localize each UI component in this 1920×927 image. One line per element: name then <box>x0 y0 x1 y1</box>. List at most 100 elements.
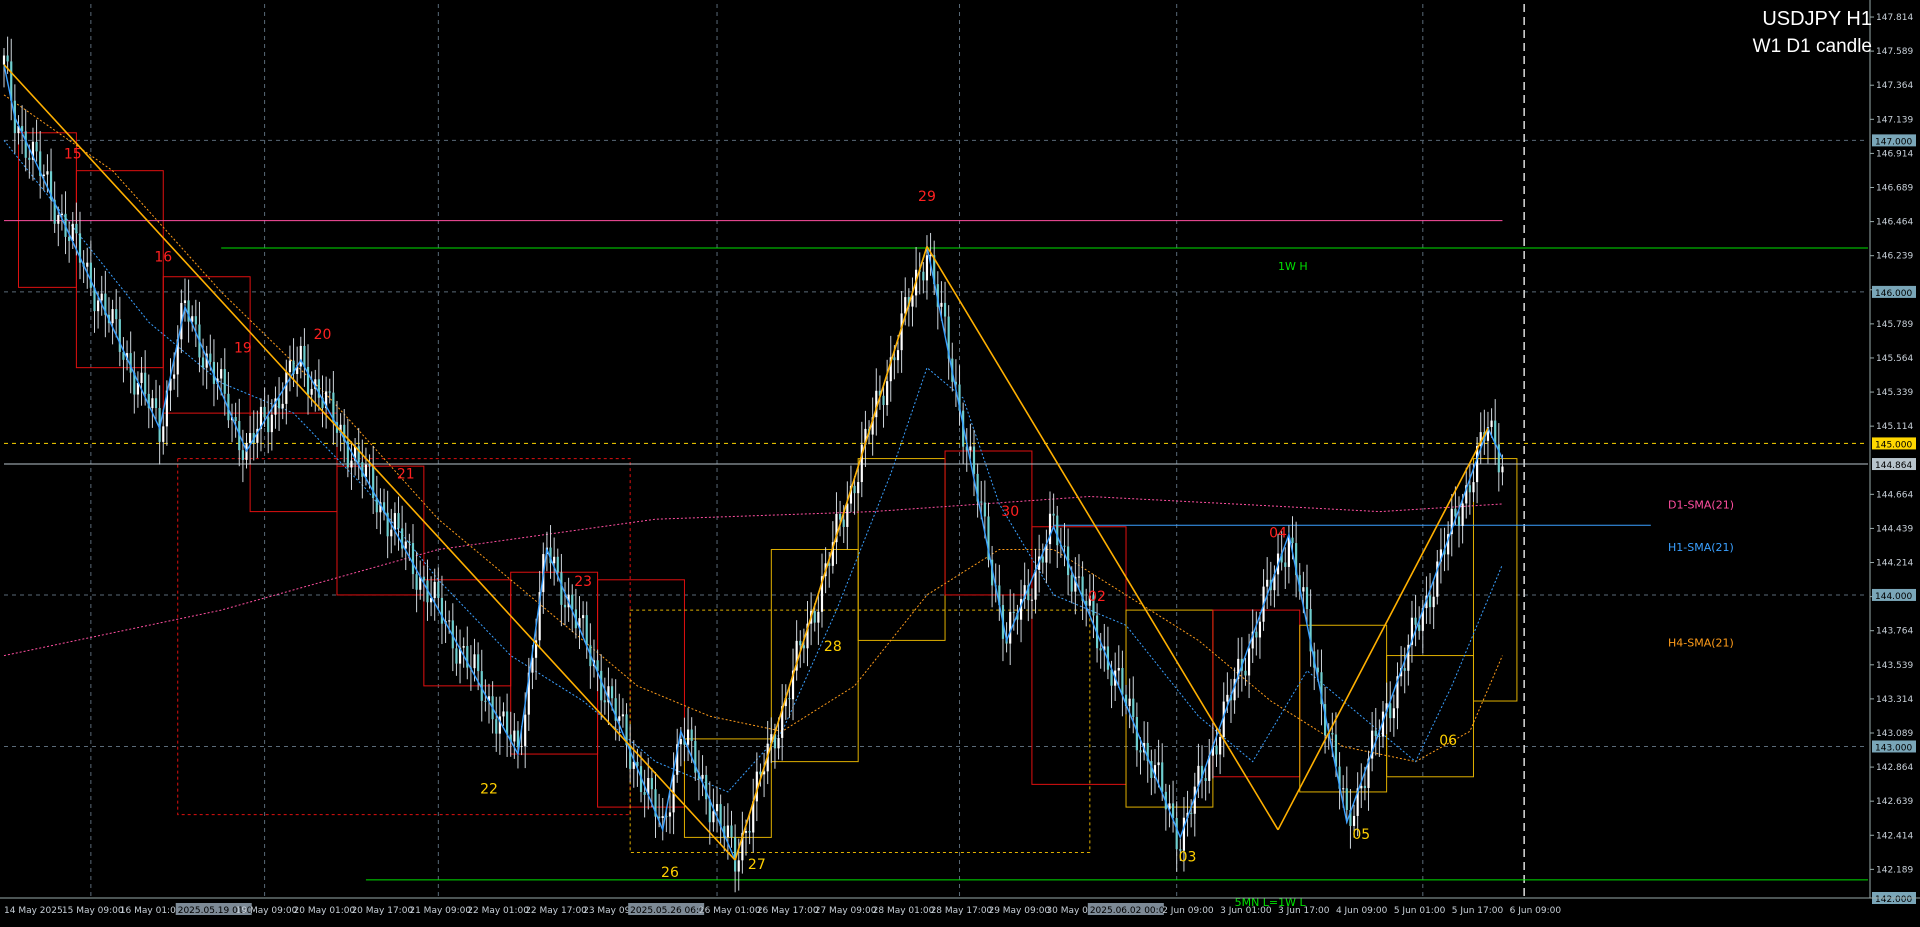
candle-body <box>299 345 302 367</box>
candle-body <box>857 482 860 494</box>
candle-body <box>415 574 418 590</box>
candle-body <box>643 792 646 795</box>
candle-body <box>744 831 748 833</box>
candle-body <box>201 357 205 368</box>
day-label: 28 <box>824 639 842 655</box>
candle-body <box>748 831 751 833</box>
candle-body <box>86 262 89 267</box>
candle-body <box>1255 631 1258 638</box>
time-tick-label: 27 May 09:00 <box>815 906 877 916</box>
candle-body <box>1331 732 1334 735</box>
day-label: 02 <box>1088 589 1106 605</box>
price-tag-label: 144.000 <box>1875 592 1912 602</box>
day-label: 30 <box>1001 504 1019 520</box>
candle-body <box>1490 420 1493 427</box>
candle-body <box>943 302 947 317</box>
time-tick-label: 22 May 01:00 <box>467 906 529 916</box>
candle-body <box>520 745 523 747</box>
price-tick-label: 143.314 <box>1876 695 1913 705</box>
candle-body <box>1432 596 1435 608</box>
candle-body <box>1305 587 1309 610</box>
candle-body <box>690 729 693 741</box>
candle-body <box>234 416 237 422</box>
price-tick-label: 143.764 <box>1876 627 1913 637</box>
candle-body <box>1161 762 1164 792</box>
price-tag-label: 147.000 <box>1875 137 1912 147</box>
candle-body <box>524 714 527 746</box>
time-tick-label: 20 May 17:00 <box>351 906 413 916</box>
candle-body <box>154 398 158 409</box>
candle-body <box>437 581 440 598</box>
candle-body <box>553 556 556 564</box>
candle-body <box>455 648 458 664</box>
candle-body <box>842 519 845 527</box>
candle-body <box>1030 599 1034 601</box>
time-tick-label: 21 May 09:00 <box>409 906 471 916</box>
price-tag-label: 143.000 <box>1875 743 1912 753</box>
candle-body <box>1063 545 1066 547</box>
candle-body <box>799 640 802 646</box>
candle-body <box>1175 817 1178 850</box>
price-tick-label: 147.364 <box>1876 81 1913 91</box>
candle-body <box>115 309 118 320</box>
candle-body <box>1070 575 1073 592</box>
price-tick-label: 143.089 <box>1876 729 1913 739</box>
candle-body <box>1182 817 1186 851</box>
candle-body <box>173 374 176 379</box>
candle-body <box>712 811 715 823</box>
candle-body <box>144 372 147 394</box>
candle-body <box>448 620 451 622</box>
candle-body <box>940 302 943 307</box>
time-tick-label: 5 Jun 01:00 <box>1394 906 1446 916</box>
candle-body <box>140 372 143 384</box>
candle-body <box>922 271 925 281</box>
candle-body <box>1034 569 1037 600</box>
sma-label: H1-SMA(21) <box>1668 541 1734 554</box>
candle-body <box>600 670 603 701</box>
candle-body <box>364 464 368 477</box>
candle-body <box>1363 785 1366 789</box>
candle-body <box>734 837 737 872</box>
day-label: 05 <box>1352 827 1370 843</box>
day-label: 29 <box>918 189 936 205</box>
candle-body <box>715 804 719 812</box>
candle-body <box>209 353 212 362</box>
price-axis[interactable]: 147.814 147.589 147.364 147.139 146.914 146.6… <box>1869 0 1920 923</box>
candle-body <box>118 319 121 352</box>
candle-body <box>473 654 476 669</box>
candle-body <box>777 737 780 749</box>
price-tick-label: 145.339 <box>1876 388 1913 398</box>
candle-body <box>679 739 682 745</box>
candle-body <box>249 433 252 444</box>
price-chart-svg[interactable]: 1W H5MN L=1W L1516192021222326 2728293002… <box>0 0 1920 923</box>
candle-body <box>408 541 411 544</box>
candle-body <box>1226 694 1229 702</box>
candle-body <box>661 816 664 819</box>
day-label: 27 <box>748 857 766 873</box>
chart-root[interactable]: 1W H 5MN L=1W L 15 16 19 20 21 22 23 26 27 28 29 30 02… <box>0 0 1920 923</box>
candle-body <box>1132 698 1135 718</box>
candle-body <box>1052 513 1055 516</box>
candle-body <box>513 730 516 742</box>
candle-body <box>668 812 672 817</box>
price-tag-label: 144.864 <box>1875 461 1912 471</box>
candle-body <box>846 503 849 527</box>
candle-body <box>1012 611 1015 613</box>
candle-body <box>1418 624 1421 631</box>
candle-body <box>281 403 284 409</box>
candle-body <box>477 654 480 672</box>
day-label: 26 <box>661 865 679 881</box>
candle-body <box>350 460 353 468</box>
sma-label: D1-SMA(21) <box>1668 499 1734 512</box>
day-label: 15 <box>64 147 82 163</box>
candle-body <box>1157 762 1160 766</box>
candle-body <box>194 316 197 325</box>
candle-body <box>1291 537 1294 544</box>
candle-body <box>162 426 165 442</box>
candle-body <box>46 171 49 175</box>
candle-body <box>1077 576 1081 578</box>
candle-body <box>495 719 498 734</box>
candle-body <box>270 414 273 433</box>
candle-body <box>1099 648 1102 651</box>
candle-body <box>1284 562 1287 567</box>
